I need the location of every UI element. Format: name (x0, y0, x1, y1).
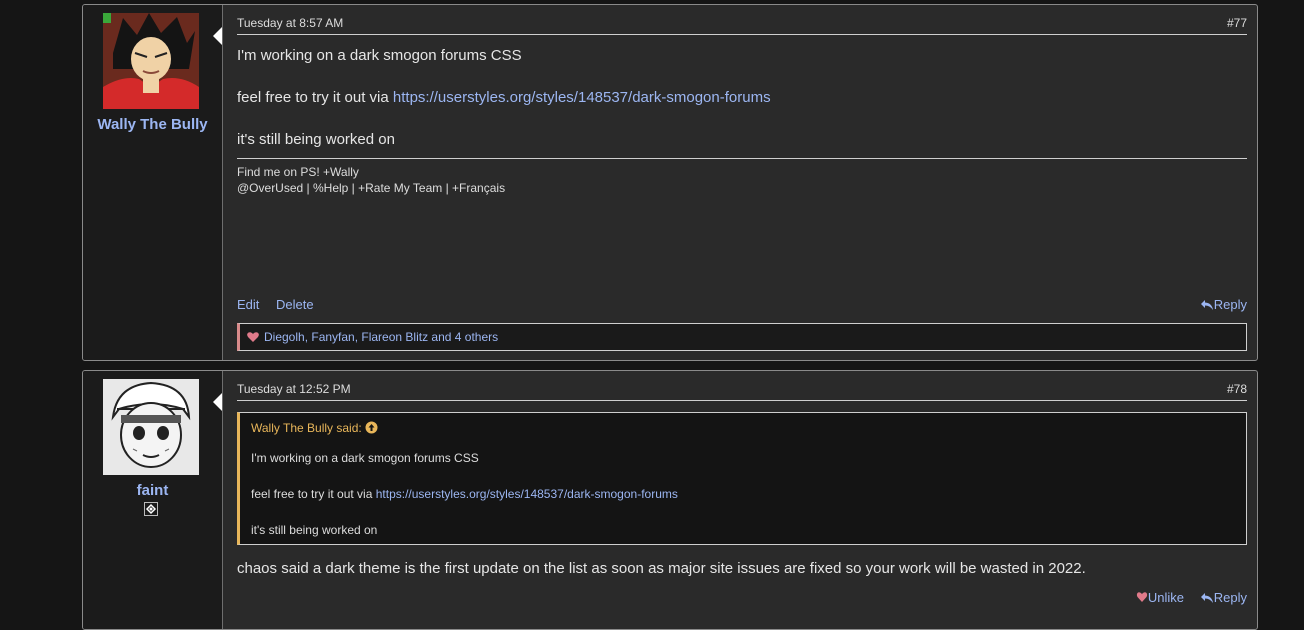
reply-label: Reply (1213, 590, 1247, 605)
delete-button[interactable]: Delete (276, 297, 314, 312)
signature-divider (237, 158, 1247, 159)
username[interactable]: faint (83, 482, 222, 499)
reply-label: Reply (1213, 297, 1247, 312)
post-77: Wally The Bully Tuesday at 8:57 AM #77 I… (82, 4, 1258, 361)
edit-button[interactable]: Edit (237, 297, 259, 312)
username[interactable]: Wally The Bully (83, 116, 222, 133)
signature-line: Find me on PS! +Wally (237, 165, 359, 179)
post-meta: Tuesday at 12:52 PM #78 (237, 381, 1247, 401)
speech-arrow (213, 393, 222, 411)
post-number[interactable]: #77 (1227, 16, 1247, 30)
userstyles-link[interactable]: https://userstyles.org/styles/148537/dar… (393, 89, 771, 106)
post-date[interactable]: Tuesday at 12:52 PM (237, 382, 351, 396)
unlike-button[interactable]: Unlike (1136, 590, 1184, 605)
avatar[interactable] (103, 13, 199, 109)
speech-arrow (213, 27, 222, 45)
quote-text: feel free to try it out via (251, 487, 376, 501)
post-main: Tuesday at 12:52 PM #78 Wally The Bully … (237, 371, 1247, 629)
message-line: chaos said a dark theme is the first upd… (237, 560, 1086, 577)
quote-author-label: Wally The Bully said: (251, 421, 362, 435)
signature-line: @OverUsed | %Help | +Rate My Team | +Fra… (237, 181, 506, 195)
post-number[interactable]: #78 (1227, 382, 1247, 396)
quote-line: feel free to try it out via https://user… (251, 487, 678, 501)
jump-to-quote-icon[interactable] (365, 421, 378, 434)
quote-block: Wally The Bully said: I'm working on a d… (237, 412, 1247, 545)
heart-icon (246, 330, 260, 347)
quote-line: it's still being worked on (251, 523, 378, 537)
reaction-users[interactable]: Diegolh, Fanyfan, Flareon Blitz and 4 ot… (264, 330, 498, 344)
message-text: feel free to try it out via (237, 89, 393, 106)
quote-author[interactable]: Wally The Bully said: (251, 421, 378, 435)
userstyles-link[interactable]: https://userstyles.org/styles/148537/dar… (376, 487, 678, 501)
quote-line: I'm working on a dark smogon forums CSS (251, 451, 479, 465)
reactions-bar[interactable]: Diegolh, Fanyfan, Flareon Blitz and 4 ot… (237, 323, 1247, 351)
reply-icon (1200, 593, 1213, 603)
post-meta: Tuesday at 8:57 AM #77 (237, 15, 1247, 35)
reply-button[interactable]: Reply (1200, 590, 1247, 605)
reply-button[interactable]: Reply (1200, 297, 1247, 312)
message-line: feel free to try it out via https://user… (237, 89, 771, 106)
post-main: Tuesday at 8:57 AM #77 I'm working on a … (237, 5, 1247, 360)
heart-icon (1136, 592, 1148, 602)
message-line: I'm working on a dark smogon forums CSS (237, 47, 522, 64)
post-date[interactable]: Tuesday at 8:57 AM (237, 16, 343, 30)
message-line: it's still being worked on (237, 131, 395, 148)
user-cell: faint (83, 371, 223, 629)
user-cell: Wally The Bully (83, 5, 223, 360)
reply-icon (1200, 300, 1213, 310)
user-badge-icon (144, 502, 158, 516)
avatar[interactable] (103, 379, 199, 475)
unlike-label: Unlike (1147, 590, 1184, 605)
post-78: faint Tuesday at 12:52 PM #78 Wally The … (82, 370, 1258, 630)
